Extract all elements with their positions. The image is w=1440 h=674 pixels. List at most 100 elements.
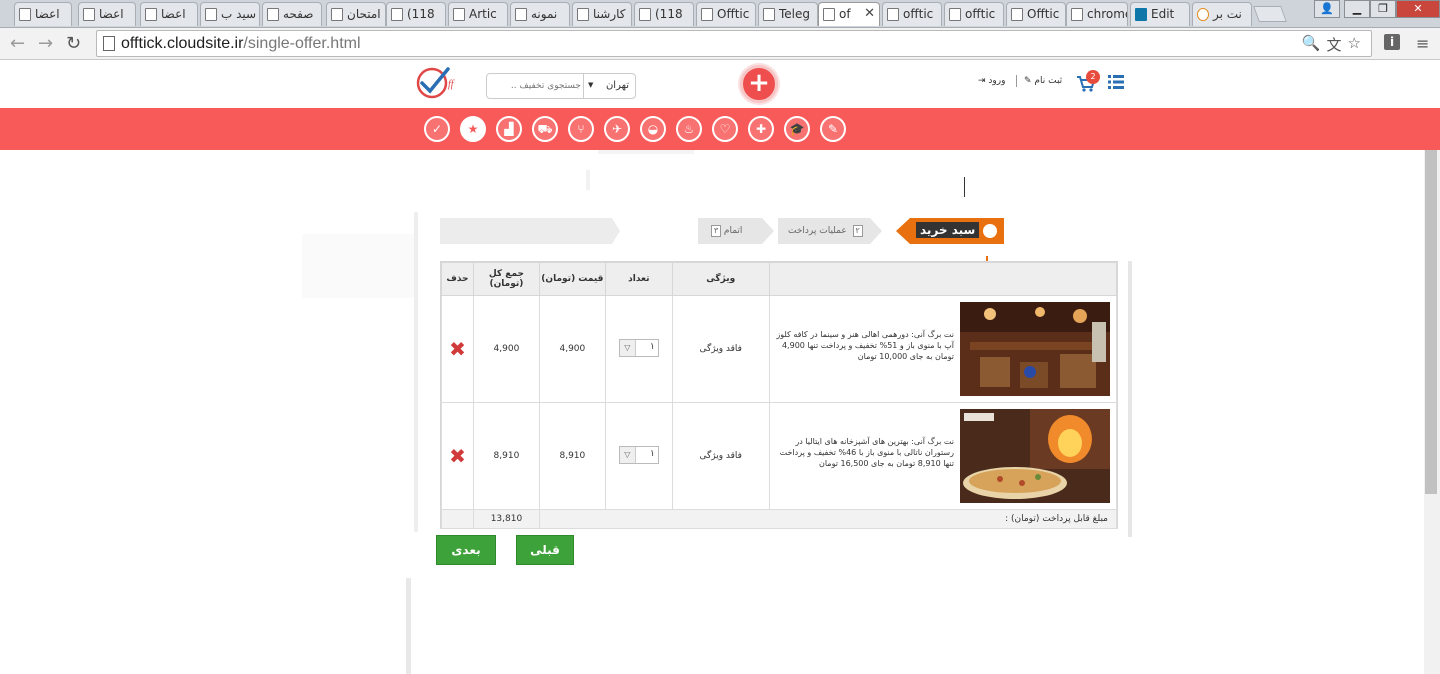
translate-icon[interactable]: 文 — [1327, 34, 1342, 55]
search-input[interactable] — [491, 77, 581, 95]
checkout-steps: ۳ اتمام عملیات پرداخت ۲ سبد خرید — [440, 218, 1004, 244]
step-arrow-active — [896, 218, 910, 244]
reload-icon[interactable]: ↻ — [66, 33, 81, 54]
spa-category-icon[interactable]: ♨ — [676, 116, 702, 142]
product-description[interactable]: نت برگ آنی: دورهمی اهالی هنر و سینما در … — [770, 329, 954, 362]
product-description[interactable]: نت برگ آنی: بهترین های آشپزخانه های ایتا… — [770, 436, 954, 469]
offtick-icon — [701, 8, 713, 21]
step-arrow — [762, 218, 774, 244]
login-link[interactable]: ⇥ ورود — [978, 76, 1005, 86]
art-category-icon[interactable]: ✎ — [820, 116, 846, 142]
beauty-category-icon[interactable]: ◒ — [640, 116, 666, 142]
browser-tab[interactable]: Edit — [1130, 2, 1190, 26]
offer-category-icon[interactable]: ✓ — [424, 116, 450, 142]
browser-tab[interactable]: نت بر — [1192, 2, 1252, 26]
airplane-category-icon[interactable]: ✈ — [604, 116, 630, 142]
col-product — [768, 262, 1118, 296]
browser-tab[interactable]: Offtic — [696, 2, 756, 26]
browser-tab[interactable]: اعضا — [14, 2, 72, 26]
delete-icon[interactable]: ✖ — [449, 337, 466, 361]
table-shadow — [1128, 261, 1132, 537]
browser-tab[interactable]: کارشنا — [572, 2, 632, 26]
browser-tab[interactable]: offtic — [882, 2, 942, 26]
browser-tab[interactable]: اعضا — [140, 2, 198, 26]
bookmark-star-icon[interactable]: ☆ — [1348, 34, 1361, 55]
new-tab-button[interactable] — [1253, 6, 1287, 22]
page-icon — [83, 8, 95, 21]
cart-table: حذف جمع کل (تومان) قیمت (تومان) تعداد وی… — [441, 262, 1118, 529]
total-empty-cell — [441, 509, 474, 529]
page-icon — [887, 8, 899, 21]
browser-tab[interactable]: Artic — [448, 2, 508, 26]
close-tab-icon[interactable]: ✕ — [864, 6, 875, 21]
info-icon[interactable]: i — [1384, 34, 1400, 50]
linkedin-icon — [1135, 8, 1147, 21]
previous-button[interactable]: قبلی — [516, 535, 574, 565]
restaurant-category-icon[interactable]: ⑂ — [568, 116, 594, 142]
maximize-button[interactable]: ❐ — [1370, 0, 1396, 18]
education-category-icon[interactable]: 🎓 — [784, 116, 810, 142]
total-cell: 4,900 — [472, 295, 540, 403]
browser-tab[interactable]: صفحه — [262, 2, 322, 26]
page-icon — [949, 8, 961, 21]
offtick-logo[interactable]: ff — [414, 65, 464, 101]
browser-tab[interactable]: اعضا — [78, 2, 136, 26]
url-text: offtick.cloudsite.ir/single-offer.html — [121, 35, 361, 52]
google-icon — [205, 8, 217, 21]
quantity-select[interactable]: ▽ ۱ — [618, 338, 659, 357]
vertical-scrollbar[interactable] — [1424, 150, 1440, 674]
close-window-button[interactable]: ✕ — [1396, 0, 1440, 18]
next-button[interactable]: بعدی — [436, 535, 496, 565]
forward-arrow-icon[interactable]: → — [38, 33, 53, 54]
chevron-down-icon: ▽ — [619, 446, 636, 463]
chevron-down-icon: ▽ — [619, 339, 636, 356]
mail-icon — [639, 8, 651, 21]
product-cell: نت برگ آنی: دورهمی اهالی هنر و سینما در … — [768, 295, 1118, 403]
price-cell: 8,910 — [538, 402, 606, 510]
add-offer-button[interactable]: + — [740, 65, 778, 103]
quantity-select[interactable]: ▽ ۱ — [618, 445, 659, 464]
browser-tab[interactable]: Teleg — [758, 2, 818, 26]
browser-tab-active[interactable]: of ✕ — [818, 2, 880, 26]
boot-category-icon[interactable]: ▟ — [496, 116, 522, 142]
header-divider — [1016, 75, 1017, 87]
delete-icon[interactable]: ✖ — [449, 444, 466, 468]
browser-tab[interactable]: سید ب — [200, 2, 260, 26]
star-category-icon[interactable]: ★ — [460, 116, 486, 142]
address-bar[interactable]: offtick.cloudsite.ir/single-offer.html 🔍… — [96, 30, 1372, 57]
zoom-icon[interactable]: 🔍 — [1302, 34, 1321, 55]
text-cursor — [964, 177, 965, 197]
list-menu-icon[interactable] — [1108, 75, 1124, 89]
page-icon — [1071, 8, 1083, 21]
scrollbar-thumb[interactable] — [1425, 150, 1437, 494]
category-bar: ✓ ★ ▟ ⛟ ⑂ ✈ ◒ ♨ ♡ ✚ 🎓 ✎ — [0, 108, 1440, 150]
browser-tab[interactable]: offtic — [944, 2, 1004, 26]
ie-icon — [1197, 8, 1209, 21]
qty-cell: ▽ ۱ — [604, 402, 673, 510]
browser-tab[interactable]: Offtic — [1006, 2, 1066, 26]
left-border — [406, 578, 411, 674]
step-cart-active: سبد خرید — [910, 218, 1004, 244]
google-icon — [515, 8, 527, 21]
product-image-cafe[interactable] — [960, 301, 1110, 396]
user-icon[interactable]: 👤 — [1314, 0, 1340, 18]
pencil-icon: ✎ — [1024, 76, 1032, 86]
health-category-icon[interactable]: ♡ — [712, 116, 738, 142]
product-image-pizza[interactable] — [960, 408, 1110, 503]
page-icon — [145, 8, 157, 21]
browser-tab[interactable]: نمونه — [510, 2, 570, 26]
car-category-icon[interactable]: ⛟ — [532, 116, 558, 142]
back-arrow-icon[interactable]: ← — [10, 33, 25, 54]
menu-icon[interactable]: ≡ — [1416, 34, 1429, 53]
minimize-button[interactable]: ▁ — [1344, 0, 1370, 18]
city-select[interactable]: ▼ تهران — [583, 74, 635, 98]
page-icon — [103, 36, 115, 51]
browser-tab[interactable]: (118 — [634, 2, 694, 26]
medical-category-icon[interactable]: ✚ — [748, 116, 774, 142]
table-row: ✖ 8,910 8,910 ▽ ۱ فاقد ویژگی نت برگ آنی:… — [441, 402, 1118, 510]
browser-tab[interactable]: امتحان — [326, 2, 386, 26]
browser-tab[interactable]: (118 — [386, 2, 446, 26]
signup-link[interactable]: ✎ ثبت نام — [1024, 76, 1062, 86]
browser-tab[interactable]: chrome- — [1066, 2, 1128, 26]
page-icon — [19, 8, 31, 21]
